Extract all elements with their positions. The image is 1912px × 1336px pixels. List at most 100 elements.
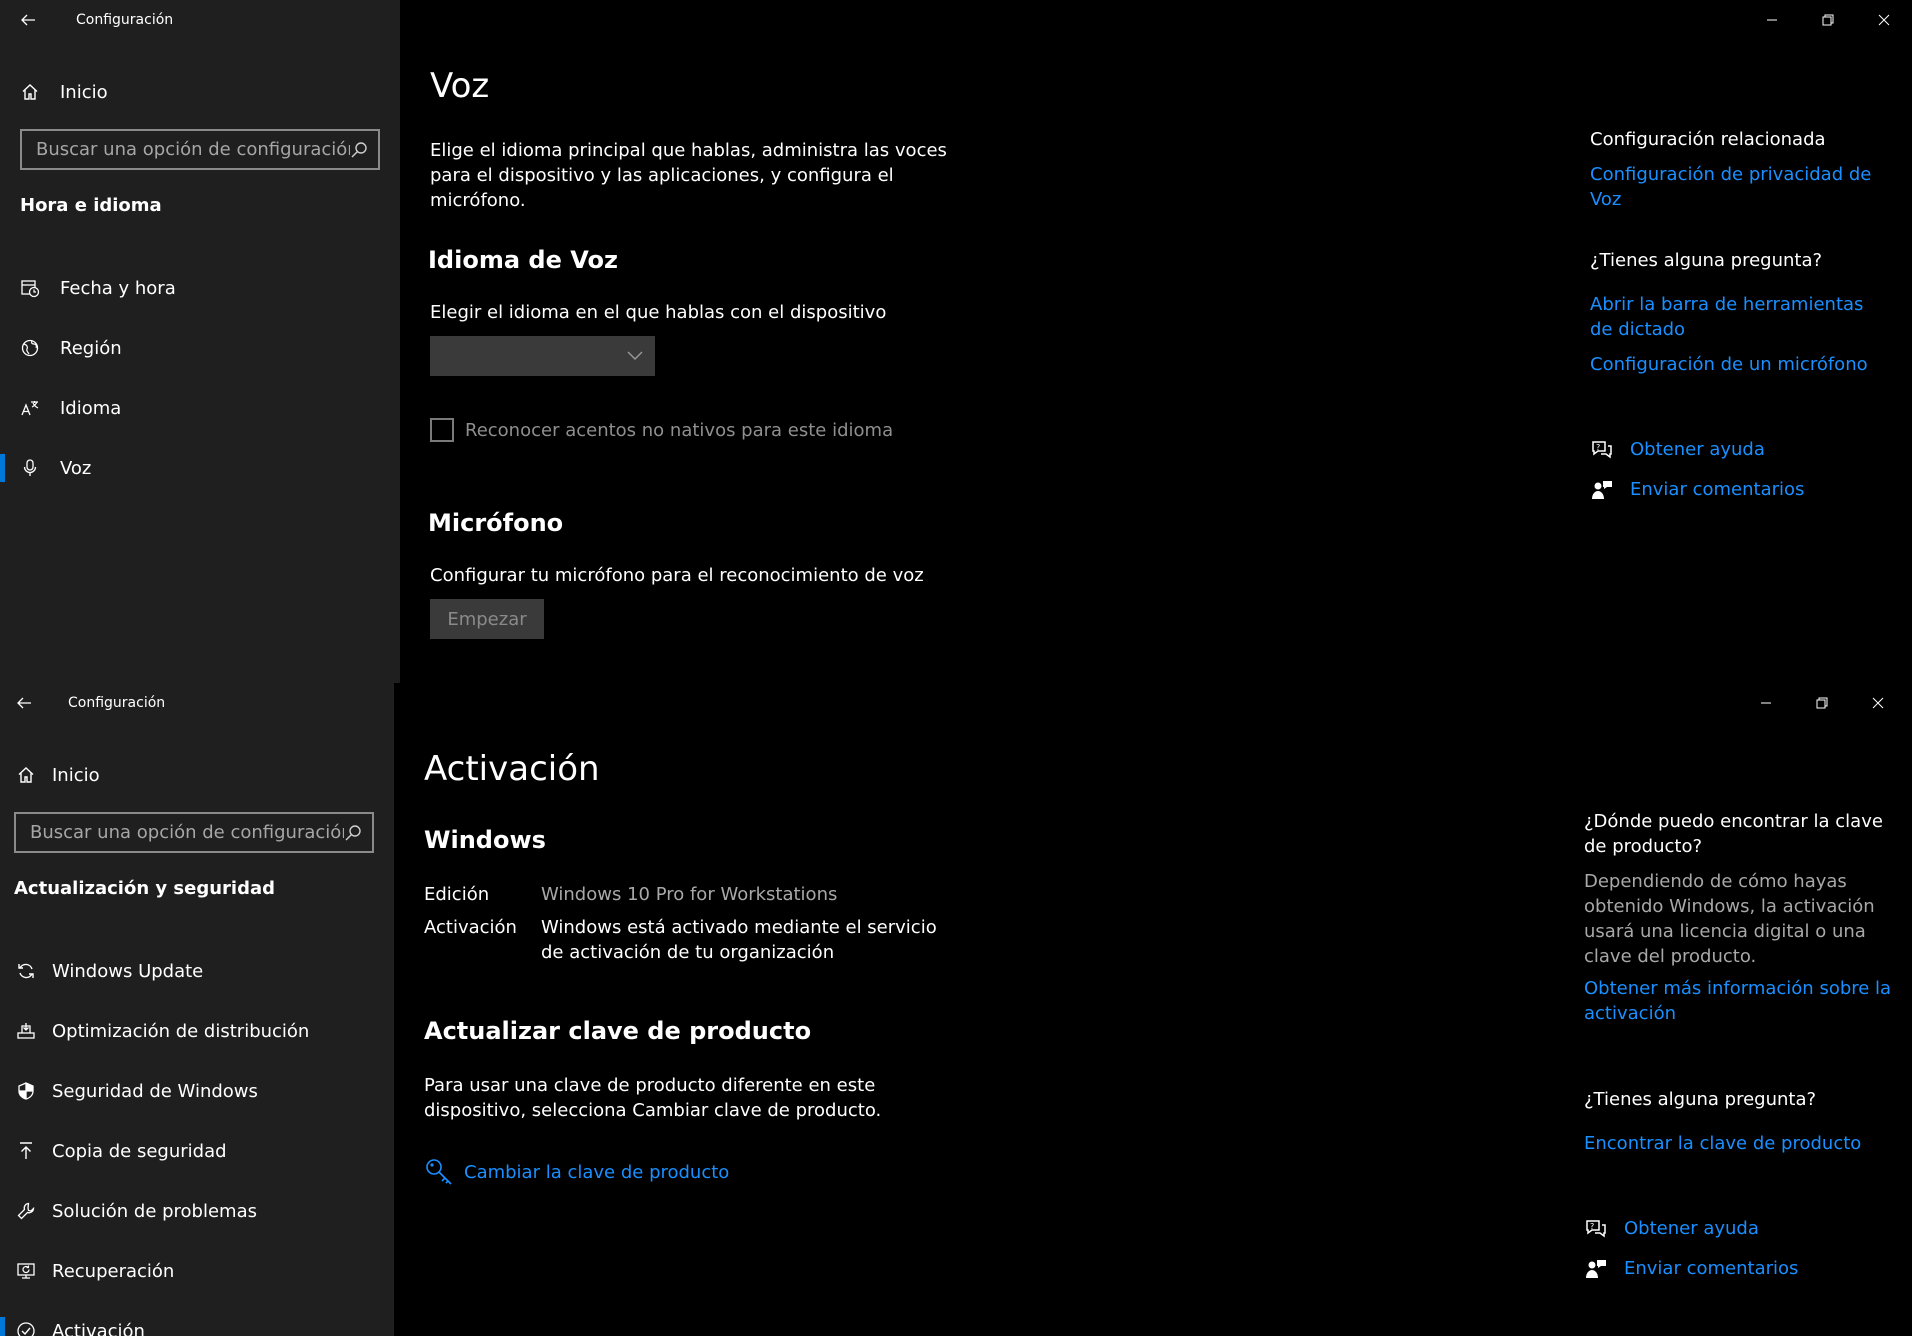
sidebar-item-label: Solución de problemas [52, 1200, 257, 1222]
get-help-link[interactable]: Obtener ayuda [1630, 437, 1765, 462]
page-description: Elige el idioma principal que hablas, ad… [430, 140, 947, 211]
activation-value: Windows está activado mediante el servic… [541, 917, 937, 963]
microphone-label: Configurar tu micrófono para el reconoci… [430, 565, 924, 586]
minimize-button[interactable] [1738, 683, 1794, 723]
related-heading: Configuración relacionada [1590, 129, 1826, 150]
sidebar-item-recuperacion[interactable]: Recuperación [0, 1241, 394, 1301]
find-key-heading: ¿Dónde puedo encontrar la clave de produ… [1584, 811, 1883, 857]
minimize-icon [1767, 19, 1777, 21]
sidebar-item-solucion-problemas[interactable]: Solución de problemas [0, 1181, 394, 1241]
nav-home[interactable]: Inicio [0, 755, 394, 795]
sidebar: Configuración Inicio Buscar una opción d… [0, 683, 394, 1336]
backup-arrow-icon [0, 1141, 52, 1161]
sidebar-item-label: Activación [52, 1320, 145, 1336]
search-input[interactable]: Buscar una opción de configuración [14, 812, 374, 853]
help-chat-icon: ? [1592, 440, 1612, 458]
minimize-button[interactable] [1744, 0, 1800, 40]
page-title: Activación [424, 749, 600, 789]
get-help-link[interactable]: Obtener ayuda [1624, 1216, 1759, 1241]
search-placeholder: Buscar una opción de configuración [30, 822, 344, 843]
calendar-clock-icon [0, 278, 60, 298]
sidebar-item-region[interactable]: Región [0, 318, 400, 378]
chevron-down-icon [627, 351, 643, 360]
accent-checkbox-row[interactable]: Reconocer acentos no nativos para este i… [430, 418, 893, 442]
find-key-link[interactable]: Encontrar la clave de producto [1584, 1131, 1861, 1156]
sidebar-item-windows-update[interactable]: Windows Update [0, 941, 394, 1001]
edition-value: Windows 10 Pro for Workstations [541, 884, 838, 905]
sidebar-item-fecha-y-hora[interactable]: Fecha y hora [0, 258, 400, 318]
svg-text:?: ? [1596, 443, 1600, 452]
more-info-link[interactable]: Obtener más información sobre la activac… [1584, 976, 1894, 1026]
question-heading: ¿Tienes alguna pregunta? [1584, 1089, 1817, 1110]
restore-icon [1816, 697, 1828, 709]
home-icon [0, 765, 52, 785]
restore-icon [1822, 14, 1834, 26]
restore-button[interactable] [1800, 0, 1856, 40]
start-button[interactable]: Empezar [430, 599, 544, 639]
back-button[interactable] [0, 0, 56, 40]
microphone-setup-link[interactable]: Configuración de un micrófono [1590, 352, 1868, 377]
windows-heading: Windows [424, 826, 546, 854]
main-content: Activación Windows Edición Windows 10 Pr… [394, 683, 1912, 1336]
nav-list: Fecha y hora Región Idioma Voz [0, 258, 400, 498]
close-button[interactable] [1856, 0, 1912, 40]
home-icon [0, 82, 60, 102]
close-icon [1878, 14, 1890, 26]
back-arrow-icon [21, 14, 35, 26]
dictation-toolbar-link[interactable]: Abrir la barra de herramientas de dictad… [1590, 292, 1890, 342]
feedback-row[interactable]: Enviar comentarios [1584, 1256, 1798, 1281]
help-chat-icon: ? [1586, 1219, 1606, 1237]
sidebar: Configuración Inicio Buscar una opción d… [0, 0, 400, 683]
speech-language-heading: Idioma de Voz [428, 246, 618, 274]
check-circle-icon [0, 1321, 52, 1336]
sidebar-item-optimizacion[interactable]: Optimización de distribución [0, 1001, 394, 1061]
get-help-row[interactable]: ? Obtener ayuda [1590, 437, 1765, 462]
nav-home-label: Inicio [60, 81, 108, 103]
sidebar-item-seguridad-windows[interactable]: Seguridad de Windows [0, 1061, 394, 1121]
close-button[interactable] [1850, 683, 1906, 723]
nav-home-label: Inicio [52, 764, 100, 786]
sidebar-item-label: Windows Update [52, 960, 204, 982]
search-input[interactable]: Buscar una opción de configuración [20, 129, 380, 170]
sidebar-item-label: Fecha y hora [60, 277, 176, 299]
close-icon [1872, 697, 1884, 709]
settings-window-activacion: Configuración Inicio Buscar una opción d… [0, 683, 1912, 1336]
language-icon [0, 398, 60, 418]
sidebar-item-idioma[interactable]: Idioma [0, 378, 400, 438]
sidebar-item-voz[interactable]: Voz [0, 438, 400, 498]
globe-icon [0, 338, 60, 358]
search-icon [351, 141, 367, 157]
sidebar-item-activacion[interactable]: Activación [0, 1301, 394, 1336]
window-controls [1744, 0, 1912, 40]
feedback-icon [1586, 1259, 1606, 1278]
nav-home[interactable]: Inicio [0, 72, 400, 112]
privacy-voice-link[interactable]: Configuración de privacidad de Voz [1590, 162, 1900, 212]
accent-checkbox[interactable] [430, 418, 454, 442]
sidebar-item-label: Seguridad de Windows [52, 1080, 258, 1102]
feedback-link[interactable]: Enviar comentarios [1630, 477, 1804, 502]
change-key-row[interactable]: Cambiar la clave de producto [424, 1157, 729, 1187]
change-key-link[interactable]: Cambiar la clave de producto [464, 1160, 729, 1185]
page-title: Voz [430, 66, 490, 106]
nav-list: Windows Update Optimización de distribuc… [0, 941, 394, 1336]
title-bar: Configuración [0, 683, 394, 723]
update-key-heading: Actualizar clave de producto [424, 1017, 812, 1045]
key-icon [426, 1159, 452, 1185]
svg-text:?: ? [1590, 1222, 1594, 1231]
sidebar-item-copia-seguridad[interactable]: Copia de seguridad [0, 1121, 394, 1181]
wrench-icon [0, 1201, 52, 1221]
main-content: Voz Elige el idioma principal que hablas… [400, 0, 1912, 683]
search-icon [345, 824, 361, 840]
back-button[interactable] [0, 683, 48, 723]
section-title: Hora e idioma [20, 195, 162, 216]
accent-checkbox-label: Reconocer acentos no nativos para este i… [465, 419, 894, 441]
delivery-optimization-icon [0, 1021, 52, 1041]
refresh-icon [0, 961, 52, 981]
restore-button[interactable] [1794, 683, 1850, 723]
recovery-icon [0, 1261, 52, 1281]
speech-language-dropdown[interactable] [430, 336, 655, 376]
feedback-row[interactable]: Enviar comentarios [1590, 477, 1804, 502]
get-help-row[interactable]: ? Obtener ayuda [1584, 1216, 1759, 1241]
sidebar-item-label: Optimización de distribución [52, 1020, 310, 1042]
feedback-link[interactable]: Enviar comentarios [1624, 1256, 1798, 1281]
